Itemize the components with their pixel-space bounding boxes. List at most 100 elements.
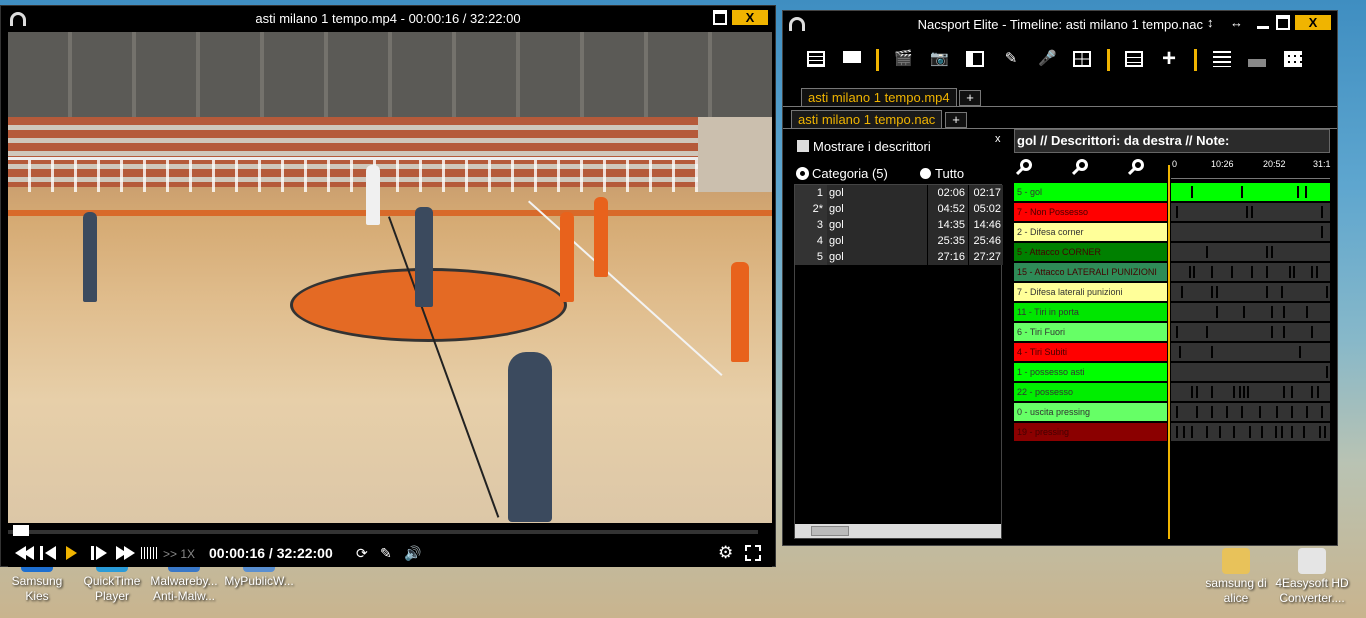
nacsport-titlebar[interactable]: Nacsport Elite - Timeline: asti milano 1… xyxy=(783,11,1337,35)
timeline-row[interactable]: 7 - Difesa laterali punizioni xyxy=(1014,283,1330,301)
show-descriptors-checkbox[interactable]: Mostrare i descrittori xyxy=(797,139,931,154)
tab-file[interactable]: asti milano 1 tempo.nac xyxy=(791,110,943,128)
podium-icon[interactable] xyxy=(1248,51,1266,67)
timeline-event-mark[interactable] xyxy=(1316,266,1318,278)
timeline-row[interactable]: 0 - uscita pressing xyxy=(1014,403,1330,421)
timeline-event-mark[interactable] xyxy=(1181,286,1183,298)
timeline-event-mark[interactable] xyxy=(1249,426,1251,438)
timeline-event-mark[interactable] xyxy=(1241,406,1243,418)
timeline-event-mark[interactable] xyxy=(1303,426,1305,438)
timeline-row-label[interactable]: 0 - uscita pressing xyxy=(1014,403,1167,421)
timeline-event-mark[interactable] xyxy=(1176,206,1178,218)
timeline-event-mark[interactable] xyxy=(1243,306,1245,318)
timeline-event-mark[interactable] xyxy=(1241,186,1243,198)
timeline-event-mark[interactable] xyxy=(1239,386,1241,398)
seek-handle[interactable] xyxy=(13,525,29,536)
zoom-out-icon[interactable] xyxy=(1071,159,1090,177)
timeline-event-mark[interactable] xyxy=(1319,426,1321,438)
frame-forward-icon[interactable] xyxy=(91,545,109,561)
timeline-event-mark[interactable] xyxy=(1189,266,1191,278)
tab-video[interactable]: asti milano 1 tempo.mp4 xyxy=(801,88,957,106)
timeline-event-mark[interactable] xyxy=(1259,406,1261,418)
timeline-row[interactable]: 7 - Non Possesso xyxy=(1014,203,1330,221)
table-row[interactable]: 1 gol 02:06 02:17 xyxy=(795,185,1003,201)
timeline-event-mark[interactable] xyxy=(1305,186,1307,198)
timeline-event-mark[interactable] xyxy=(1275,426,1277,438)
clapper-icon[interactable]: 🎬 xyxy=(894,51,913,67)
timeline-event-mark[interactable] xyxy=(1311,266,1313,278)
timeline-row-label[interactable]: 7 - Non Possesso xyxy=(1014,203,1167,221)
timeline-event-mark[interactable] xyxy=(1324,426,1326,438)
split-icon[interactable] xyxy=(966,51,984,67)
timeline-event-mark[interactable] xyxy=(1233,426,1235,438)
timeline-event-mark[interactable] xyxy=(1266,286,1268,298)
timeline-event-mark[interactable] xyxy=(1283,306,1285,318)
settings-gear-icon[interactable]: ⚙ xyxy=(718,544,736,561)
timeline-event-mark[interactable] xyxy=(1216,286,1218,298)
maximize-button[interactable] xyxy=(1276,15,1290,30)
timeline-event-mark[interactable] xyxy=(1291,426,1293,438)
grid-icon[interactable] xyxy=(1073,51,1091,67)
timeline-row-label[interactable]: 4 - Tiri Subiti xyxy=(1014,343,1167,361)
timeline-row-label[interactable]: 7 - Difesa laterali punizioni xyxy=(1014,283,1167,301)
timeline-event-mark[interactable] xyxy=(1233,386,1235,398)
camera-icon[interactable]: 📷 xyxy=(930,51,949,67)
zoom-fit-icon[interactable] xyxy=(1127,159,1146,177)
timeline-event-mark[interactable] xyxy=(1251,266,1253,278)
timeline-event-mark[interactable] xyxy=(1311,326,1313,338)
timeline-event-mark[interactable] xyxy=(1176,406,1178,418)
timeline-row[interactable]: 2 - Difesa corner xyxy=(1014,223,1330,241)
matrix-icon[interactable] xyxy=(1284,51,1302,67)
resize-horizontal-icon[interactable]: ↔ xyxy=(1230,15,1246,31)
timeline-row-label[interactable]: 1 - possesso asti xyxy=(1014,363,1167,381)
timeline-track[interactable] xyxy=(1171,223,1330,241)
timeline-event-mark[interactable] xyxy=(1291,406,1293,418)
speed-indicator[interactable]: >> 1X xyxy=(163,547,195,561)
add-tab-button[interactable]: + xyxy=(959,90,981,106)
timeline-event-mark[interactable] xyxy=(1266,266,1268,278)
skip-forward-icon[interactable] xyxy=(116,545,136,561)
timeline-event-mark[interactable] xyxy=(1297,186,1299,198)
timeline-row[interactable]: 19 - pressing xyxy=(1014,423,1330,441)
frame-back-icon[interactable] xyxy=(40,545,58,561)
timeline-ruler[interactable]: 0 10:26 20:52 31:1 xyxy=(1171,155,1331,179)
player-titlebar[interactable]: asti milano 1 tempo.mp4 - 00:00:16 / 32:… xyxy=(1,6,775,31)
timeline-event-mark[interactable] xyxy=(1206,246,1208,258)
timeline-row[interactable]: 15 - Attacco LATERALI PUNIZIONI xyxy=(1014,263,1330,281)
timeline-event-mark[interactable] xyxy=(1247,386,1249,398)
timeline-event-mark[interactable] xyxy=(1211,386,1213,398)
zoom-in-icon[interactable] xyxy=(1015,159,1034,177)
timeline-track[interactable] xyxy=(1171,403,1330,421)
timeline-event-mark[interactable] xyxy=(1283,326,1285,338)
close-button[interactable]: X xyxy=(1295,15,1331,30)
close-panel-button[interactable]: x xyxy=(995,133,1001,145)
list-box-icon[interactable] xyxy=(1125,51,1143,67)
timeline-event-mark[interactable] xyxy=(1317,386,1319,398)
timeline-track[interactable] xyxy=(1171,283,1330,301)
timeline-event-mark[interactable] xyxy=(1211,266,1213,278)
timeline-event-mark[interactable] xyxy=(1289,266,1291,278)
timeline-event-mark[interactable] xyxy=(1299,346,1301,358)
table-row[interactable]: 2* gol 04:52 05:02 xyxy=(795,201,1003,217)
table-row[interactable]: 4 gol 25:35 25:46 xyxy=(795,233,1003,249)
volume-icon[interactable]: 🔊 xyxy=(404,545,421,561)
timeline-row-label[interactable]: 5 - Attacco CORNER xyxy=(1014,243,1167,261)
timeline-event-mark[interactable] xyxy=(1293,266,1295,278)
maximize-button[interactable] xyxy=(713,10,727,25)
timeline-event-mark[interactable] xyxy=(1191,386,1193,398)
timeline-row[interactable]: 22 - possesso xyxy=(1014,383,1330,401)
timeline-event-mark[interactable] xyxy=(1321,226,1323,238)
slow-motion-icon[interactable] xyxy=(141,547,157,559)
radio-all[interactable]: Tutto xyxy=(920,166,964,181)
table-row[interactable]: 3 gol 14:35 14:46 xyxy=(795,217,1003,233)
timeline-event-mark[interactable] xyxy=(1196,406,1198,418)
timeline-row-label[interactable]: 5 - gol xyxy=(1014,183,1167,201)
timeline-track[interactable] xyxy=(1171,323,1330,341)
timeline-row[interactable]: 1 - possesso asti xyxy=(1014,363,1330,381)
timeline-cursor[interactable] xyxy=(1168,165,1170,539)
microphone-icon[interactable]: 🎤 xyxy=(1038,51,1057,67)
lines-icon[interactable] xyxy=(1213,51,1231,67)
plus-icon[interactable]: + xyxy=(1160,47,1178,71)
horizontal-scrollbar[interactable] xyxy=(795,524,1001,538)
timeline-event-mark[interactable] xyxy=(1326,366,1328,378)
